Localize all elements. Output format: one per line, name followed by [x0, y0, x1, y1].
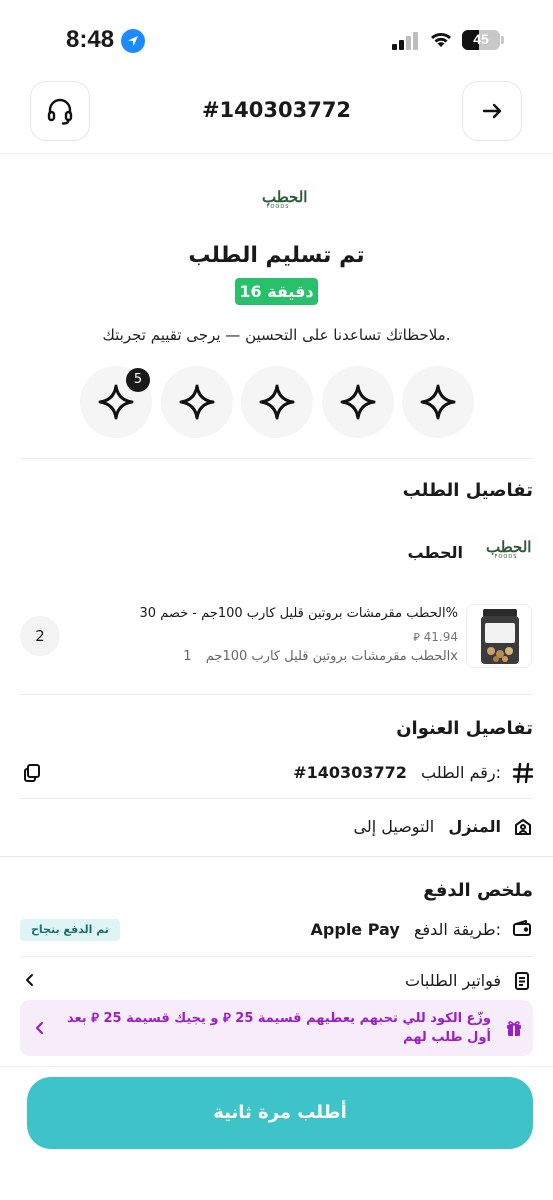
brand-logo: الحطب FOODS [262, 188, 308, 211]
order-number-row: #140303772 رقم الطلب: [293, 763, 501, 782]
page-title: #140303772 [201, 98, 352, 122]
order-details-title: تفاصيل الطلب [402, 480, 533, 501]
delivery-prefix: التوصيل إلى [353, 817, 435, 836]
referral-promo-text: وزّع الكود للي تحبهم يعطيهم قسيمة 25 ⃁ و… [66, 1011, 491, 1045]
copy-button[interactable] [20, 761, 44, 785]
address-details-title: تفاصيل العنوان [396, 718, 533, 739]
sparkle-star-icon [259, 384, 295, 420]
delivery-destination: المنزل التوصيل إلى [354, 817, 501, 836]
wallet-icon [511, 918, 533, 940]
order-number-value: #140303772 [293, 763, 407, 782]
delivery-time-badge: 16 دقيقة [235, 278, 318, 305]
invoices-row[interactable]: فواتير الطلبات [20, 962, 533, 998]
hash-icon [510, 760, 536, 786]
reorder-button[interactable]: أطلب مرة ثانية [27, 1077, 533, 1149]
chevron-left-icon [30, 1018, 50, 1038]
cellular-signal-icon [392, 32, 422, 50]
feedback-prompt: ملاحظاتك تساعدنا على التحسين — يرجى تقيي… [102, 326, 451, 344]
rating-star-button-5[interactable] [402, 366, 474, 438]
gift-icon [504, 1018, 524, 1038]
rating-count-badge: 5 [126, 368, 150, 392]
product-variant: الحطب مقرمشات بروتين قليل كارب 100جم 1x [183, 649, 458, 664]
product-image [466, 604, 532, 668]
header: #140303772 [0, 78, 553, 154]
referral-promo-banner[interactable]: وزّع الكود للي تحبهم يعطيهم قسيمة 25 ⃁ و… [20, 1000, 533, 1056]
divider [20, 956, 533, 957]
sparkle-star-icon [179, 384, 215, 420]
riyal-icon: ⃁ [413, 631, 420, 644]
divider [20, 694, 533, 695]
payment-method-label: طريقة الدفع: [413, 920, 501, 939]
product-name: الحطب مقرمشات بروتين قليل كارب 100جم - خ… [139, 606, 458, 621]
home-icon [512, 816, 534, 838]
payment-status-badge: تم الدفع بنجاح [20, 919, 120, 941]
arrow-right-icon [482, 103, 502, 119]
rating-star-button-4[interactable] [322, 366, 394, 438]
invoices-label: فواتير الطلبات [404, 971, 501, 990]
store-logo: الحطب FOODS [486, 538, 532, 561]
divider [20, 458, 533, 459]
payment-method-row: Apple Pay طريقة الدفع: [311, 920, 501, 939]
support-button[interactable] [30, 81, 90, 141]
headset-icon [47, 98, 73, 125]
sparkle-star-icon [420, 384, 456, 420]
payment-method-value: Apple Pay [310, 920, 400, 939]
section-divider [0, 856, 553, 857]
store-name: الحطب [407, 543, 463, 562]
sparkle-star-icon [340, 384, 376, 420]
wifi-icon [431, 33, 451, 47]
chevron-left-icon [20, 970, 40, 990]
location-arrow-icon [121, 29, 145, 53]
order-number-label: رقم الطلب: [421, 763, 501, 782]
back-button[interactable] [462, 81, 522, 141]
payment-summary-title: ملخص الدفع [423, 880, 533, 901]
rating-star-button-3[interactable] [241, 366, 313, 438]
copy-icon [24, 764, 40, 782]
status-bar: 8:48 45 [0, 0, 553, 80]
product-price: ⃁ 41.94 [413, 630, 458, 644]
status-time: 8:48 [66, 26, 115, 53]
receipt-icon [511, 970, 533, 992]
bottom-bar: أطلب مرة ثانية [0, 1066, 553, 1200]
divider [20, 798, 533, 799]
delivery-place: المنزل [448, 817, 501, 836]
quantity-badge: 2 [20, 616, 60, 656]
rating-star-button-2[interactable] [161, 366, 233, 438]
delivered-title: تم تسليم الطلب [188, 243, 365, 268]
battery-icon: 45 [462, 30, 500, 50]
